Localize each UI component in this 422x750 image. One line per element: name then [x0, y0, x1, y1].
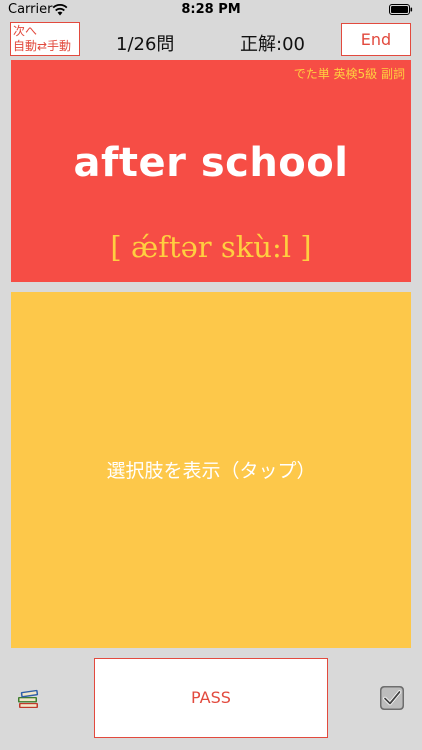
book-icon[interactable]	[16, 686, 42, 712]
pronunciation: [ ǽftər skù:l ]	[110, 230, 312, 264]
checkbox-icon[interactable]	[379, 685, 405, 711]
battery-icon	[389, 4, 413, 15]
auto-manual-toggle-button[interactable]: 次へ 自動⇄手動	[10, 22, 80, 56]
status-time: 8:28 PM	[181, 2, 241, 17]
word-card: でた単 英検5級 副詞 after school [ ǽftər skù:l ]	[11, 60, 411, 282]
question-progress: 1/26問	[116, 34, 175, 55]
vocabulary-word: after school	[73, 140, 349, 186]
show-choices-label: 選択肢を表示（タップ）	[106, 460, 316, 482]
status-bar: Carrier 8:28 PM	[0, 0, 422, 20]
correct-count: 正解:00	[240, 34, 305, 55]
mode-line-auto-manual: 自動⇄手動	[13, 39, 72, 53]
mode-line-next: 次へ	[13, 24, 38, 38]
pass-button[interactable]: PASS	[94, 658, 328, 738]
category-label: でた単 英検5級 副詞	[293, 67, 405, 81]
show-choices-panel[interactable]: 選択肢を表示（タップ）	[11, 292, 411, 648]
end-button[interactable]: End	[341, 23, 411, 56]
